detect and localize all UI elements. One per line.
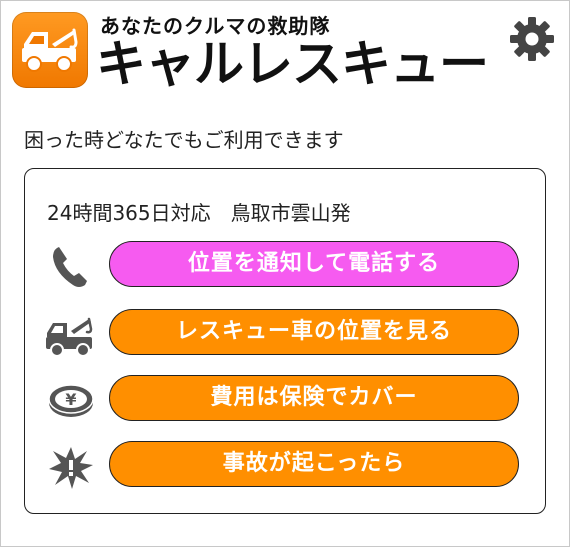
action-row-accident: 事故が起こったら — [25, 441, 545, 493]
tow-truck-icon — [45, 311, 97, 359]
svg-text:¥: ¥ — [65, 390, 76, 409]
service-panel: 24時間365日対応 鳥取市雲山発 位置を通知して電話する レスキュー車の位置を… — [24, 168, 546, 514]
action-row-rescue-location: レスキュー車の位置を見る — [25, 309, 545, 361]
service-hours-heading: 24時間365日対応 鳥取市雲山発 — [47, 201, 351, 225]
tow-truck-icon — [22, 28, 78, 72]
yen-coin-icon: ¥ — [45, 377, 97, 425]
action-row-call: 位置を通知して電話する — [25, 241, 545, 293]
action-row-insurance: ¥ 費用は保険でカバー — [25, 375, 545, 427]
crash-icon — [45, 443, 97, 491]
settings-button[interactable] — [507, 14, 557, 64]
app-header: あなたのクルマの救助隊 キャルレスキュー — [0, 0, 570, 100]
phone-icon — [45, 243, 97, 291]
view-rescue-location-button[interactable]: レスキュー車の位置を見る — [109, 309, 519, 355]
intro-text: 困った時どなたでもご利用できます — [24, 128, 344, 152]
accident-help-button[interactable]: 事故が起こったら — [109, 441, 519, 487]
insurance-coverage-button[interactable]: 費用は保険でカバー — [109, 375, 519, 421]
app-title: キャルレスキュー — [96, 35, 489, 93]
call-with-location-button[interactable]: 位置を通知して電話する — [109, 241, 519, 287]
gear-icon — [510, 17, 554, 61]
app-logo — [12, 12, 88, 88]
